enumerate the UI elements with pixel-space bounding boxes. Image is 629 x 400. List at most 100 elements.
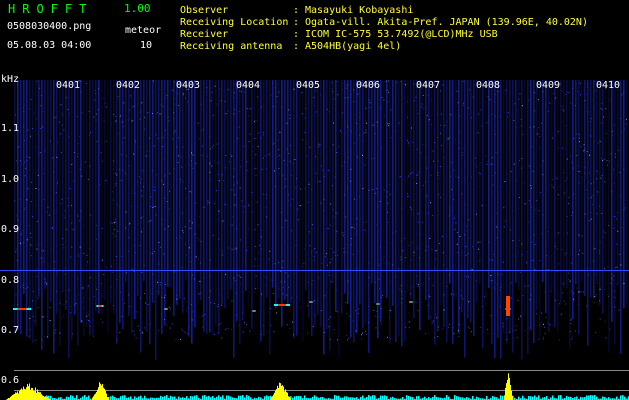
noise-streak: [170, 80, 172, 287]
noise-speck: [461, 154, 463, 156]
noise-speck: [66, 301, 67, 303]
noise-speck: [427, 212, 429, 214]
noise-speck: [168, 120, 170, 122]
noise-speck: [453, 217, 455, 219]
noise-streak: [590, 80, 592, 298]
noise-speck: [270, 94, 272, 96]
noise-speck: [225, 273, 227, 275]
noise-streak: [353, 80, 355, 343]
noise-speck: [307, 332, 309, 334]
noise-speck: [589, 211, 591, 213]
hist-peak-bar: [510, 384, 511, 400]
noise-streak: [437, 80, 439, 332]
noise-speck: [122, 102, 124, 104]
noise-speck: [421, 106, 423, 108]
noise-speck: [355, 330, 357, 332]
noise-speck: [200, 241, 202, 243]
hist-peak-bar: [37, 389, 38, 400]
noise-speck: [448, 323, 450, 325]
noise-speck: [93, 296, 95, 298]
noise-speck: [411, 172, 413, 174]
noise-speck: [558, 147, 560, 149]
hist-peak-bar: [509, 377, 510, 400]
noise-speck: [423, 108, 425, 110]
noise-speck: [573, 298, 575, 300]
noise-speck: [19, 160, 21, 162]
noise-speck: [136, 181, 138, 183]
hist-baseline-bar: [264, 396, 266, 400]
noise-speck: [89, 325, 91, 327]
noise-streak: [38, 80, 40, 297]
noise-speck: [343, 194, 345, 196]
noise-speck: [426, 167, 427, 169]
noise-speck: [388, 122, 390, 124]
noise-streak: [602, 80, 604, 314]
noise-speck: [37, 297, 39, 299]
noise-speck: [518, 197, 520, 198]
noise-speck: [342, 234, 344, 236]
noise-speck: [442, 235, 444, 237]
noise-speck: [272, 292, 274, 294]
noise-speck: [439, 132, 441, 134]
noise-speck: [87, 178, 89, 180]
noise-speck: [106, 266, 107, 268]
hist-peak-bar: [39, 392, 40, 400]
noise-streak: [161, 80, 163, 334]
noise-streak: [167, 80, 169, 287]
hist-baseline-bar: [190, 395, 192, 400]
noise-speck: [131, 120, 133, 122]
noise-speck: [197, 258, 199, 260]
noise-speck: [561, 249, 563, 251]
noise-streak: [566, 80, 568, 289]
noise-speck: [553, 93, 555, 94]
noise-speck: [443, 294, 445, 296]
noise-speck: [608, 295, 609, 297]
noise-speck: [351, 238, 353, 239]
noise-speck: [289, 145, 291, 147]
noise-speck: [552, 179, 554, 181]
noise-speck: [334, 176, 336, 178]
noise-speck: [150, 252, 152, 254]
noise-speck: [590, 218, 592, 220]
noise-speck: [518, 98, 520, 100]
noise-speck: [139, 244, 141, 246]
noise-streak: [371, 80, 373, 283]
noise-speck: [463, 148, 465, 150]
noise-speck: [231, 300, 233, 302]
noise-speck: [286, 294, 288, 296]
noise-speck: [315, 172, 317, 174]
noise-speck: [169, 191, 171, 192]
noise-speck: [29, 329, 31, 330]
noise-speck: [499, 289, 501, 291]
noise-speck: [375, 193, 377, 194]
noise-speck: [361, 334, 362, 336]
noise-speck: [199, 216, 201, 218]
noise-speck: [387, 222, 389, 224]
noise-speck: [380, 297, 382, 299]
noise-streak: [338, 80, 340, 359]
noise-speck: [184, 301, 186, 303]
noise-speck: [530, 143, 532, 145]
noise-speck: [188, 247, 190, 249]
noise-speck: [372, 189, 374, 190]
noise-speck: [46, 284, 48, 286]
noise-speck: [383, 99, 385, 101]
hist-baseline-bar: [590, 395, 592, 400]
noise-speck: [218, 210, 220, 212]
noise-speck: [233, 325, 235, 327]
noise-speck: [28, 225, 30, 227]
noise-speck: [101, 321, 103, 323]
noise-speck: [87, 285, 89, 287]
noise-speck: [280, 281, 282, 283]
noise-speck: [128, 165, 130, 167]
noise-speck: [66, 97, 68, 99]
noise-streak: [413, 80, 415, 319]
noise-speck: [438, 243, 440, 245]
noise-speck: [113, 229, 115, 230]
hist-baseline-bar: [208, 395, 210, 400]
noise-speck: [283, 287, 284, 288]
noise-speck: [456, 243, 458, 245]
noise-speck: [115, 183, 117, 185]
noise-speck: [78, 252, 80, 254]
noise-speck: [353, 89, 354, 91]
